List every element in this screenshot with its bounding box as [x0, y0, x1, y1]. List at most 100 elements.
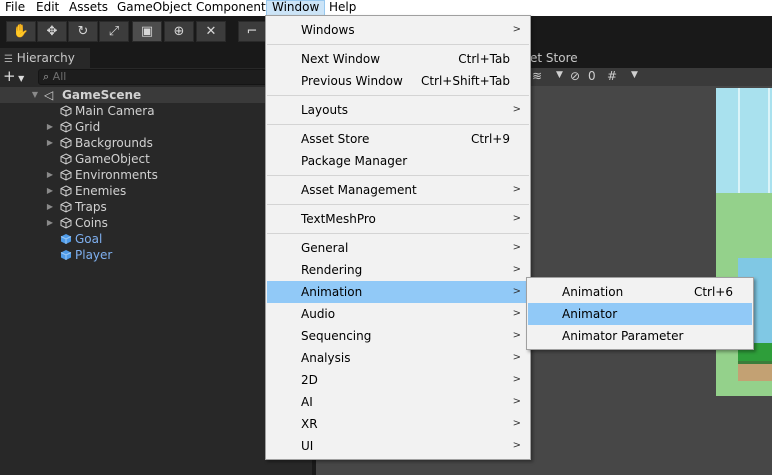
- gameobject-cube-icon: [60, 105, 72, 117]
- foldout-closed-icon[interactable]: ▶: [45, 199, 55, 215]
- menu-item-textmeshpro[interactable]: TextMeshPro >: [267, 208, 529, 230]
- gameobject-cube-icon: [60, 153, 72, 165]
- sky-stripe: [768, 88, 770, 193]
- menu-item-ai[interactable]: AI >: [267, 391, 529, 413]
- menu-item-xr[interactable]: XR >: [267, 413, 529, 435]
- grid-dropdown-arrow-icon[interactable]: ▼: [631, 70, 638, 80]
- custom-tool-button[interactable]: ✕: [196, 21, 226, 42]
- item-label: Enemies: [75, 184, 127, 198]
- menu-help[interactable]: Help: [324, 0, 361, 16]
- gameobject-cube-icon: [60, 201, 72, 213]
- submenu-arrow-icon: >: [512, 352, 521, 363]
- submenu-arrow-icon: >: [512, 184, 521, 195]
- gameobject-cube-icon: [60, 169, 72, 181]
- submenu-item-animation[interactable]: Animation Ctrl+6: [528, 281, 752, 303]
- window-menu: Windows > Next Window Ctrl+Tab Previous Wi…: [265, 15, 531, 460]
- item-label: Traps: [75, 200, 107, 214]
- menu-item-sequencing[interactable]: Sequencing >: [267, 325, 529, 347]
- submenu-arrow-icon: >: [512, 104, 521, 115]
- submenu-arrow-icon: >: [512, 440, 521, 451]
- menu-item-animation[interactable]: Animation >: [267, 281, 529, 303]
- rect-tool-button[interactable]: ▣: [132, 21, 162, 42]
- list-icon: ☰: [4, 54, 13, 65]
- visibility-icon[interactable]: ⊘: [570, 69, 580, 83]
- menu-item-layouts[interactable]: Layouts >: [267, 99, 529, 121]
- rotate-icon: ↻: [77, 24, 89, 39]
- menu-bar: File Edit Assets GameObject Component Wi…: [0, 0, 772, 16]
- menu-item-package-manager[interactable]: Package Manager: [267, 150, 529, 172]
- submenu-arrow-icon: >: [512, 264, 521, 275]
- gameobject-cube-icon: [60, 217, 72, 229]
- menu-item-2d[interactable]: 2D >: [267, 369, 529, 391]
- menu-window[interactable]: Window: [266, 0, 326, 16]
- menu-separator: [267, 44, 529, 45]
- menu-item-previous-window[interactable]: Previous Window Ctrl+Shift+Tab: [267, 70, 529, 92]
- rotate-tool-button[interactable]: ↻: [68, 21, 98, 42]
- dirt-platform: [738, 361, 772, 381]
- menu-assets[interactable]: Assets: [64, 0, 113, 16]
- grid-icon[interactable]: #: [607, 69, 617, 83]
- menu-item-asset-store[interactable]: Asset Store Ctrl+9: [267, 128, 529, 150]
- menu-item-audio[interactable]: Audio >: [267, 303, 529, 325]
- tab-hierarchy[interactable]: ☰ Hierarchy: [0, 48, 90, 68]
- submenu-arrow-icon: >: [512, 24, 521, 35]
- item-label: Goal: [75, 232, 103, 246]
- scale-tool-button[interactable]: ⤢: [99, 21, 129, 42]
- foldout-closed-icon[interactable]: ▶: [45, 135, 55, 151]
- dropdown-arrow-icon[interactable]: ▼: [556, 70, 563, 80]
- animation-submenu: Animation Ctrl+6 Animator Animator Parame…: [526, 277, 754, 350]
- foldout-closed-icon[interactable]: ▶: [45, 183, 55, 199]
- menu-edit[interactable]: Edit: [31, 0, 64, 16]
- foldout-closed-icon[interactable]: ▶: [45, 119, 55, 135]
- submenu-arrow-icon: >: [512, 308, 521, 319]
- menu-separator: [267, 233, 529, 234]
- item-label: Main Camera: [75, 104, 155, 118]
- tools-icon: ✕: [205, 24, 217, 39]
- transform-tool-button[interactable]: ⊕: [164, 21, 194, 42]
- menu-item-rendering[interactable]: Rendering >: [267, 259, 529, 281]
- menu-item-windows[interactable]: Windows >: [267, 19, 529, 41]
- search-icon: ⌕: [43, 70, 50, 83]
- foldout-open-icon[interactable]: ▼: [30, 87, 40, 103]
- layers-icon[interactable]: ≋: [532, 69, 542, 83]
- unity-scene-icon: ◁: [44, 88, 54, 102]
- menu-item-next-window[interactable]: Next Window Ctrl+Tab: [267, 48, 529, 70]
- rect-icon: ▣: [140, 24, 154, 39]
- item-label: GameObject: [75, 152, 150, 166]
- menu-separator: [267, 204, 529, 205]
- submenu-arrow-icon: >: [512, 418, 521, 429]
- submenu-arrow-icon: >: [512, 330, 521, 341]
- menu-separator: [267, 175, 529, 176]
- hand-tool-button[interactable]: ✋: [6, 21, 36, 42]
- foldout-closed-icon[interactable]: ▶: [45, 167, 55, 183]
- gameobject-cube-icon: [60, 185, 72, 197]
- move-tool-button[interactable]: ✥: [37, 21, 67, 42]
- submenu-item-animator[interactable]: Animator: [528, 303, 752, 325]
- gameobject-cube-icon: [60, 121, 72, 133]
- submenu-item-animator-parameter[interactable]: Animator Parameter: [528, 325, 752, 347]
- menu-item-general[interactable]: General >: [267, 237, 529, 259]
- menu-item-asset-management[interactable]: Asset Management >: [267, 179, 529, 201]
- foldout-closed-icon[interactable]: ▶: [45, 215, 55, 231]
- pivot-toggle-button[interactable]: ⌐: [238, 21, 266, 42]
- hidden-count: 0: [588, 69, 596, 83]
- submenu-arrow-icon: >: [512, 286, 521, 297]
- menu-item-ui[interactable]: UI >: [267, 435, 529, 457]
- item-label: Environments: [75, 168, 158, 182]
- menu-separator: [267, 95, 529, 96]
- menu-component[interactable]: Component: [191, 0, 271, 16]
- menu-gameobject[interactable]: GameObject: [112, 0, 197, 16]
- add-button[interactable]: + ▼: [3, 69, 24, 86]
- submenu-arrow-icon: >: [512, 374, 521, 385]
- scene-name: GameScene: [62, 88, 142, 102]
- move-icon: ✥: [46, 24, 58, 39]
- pivot-icon: ⌐: [246, 24, 258, 39]
- prefab-cube-icon: [60, 234, 72, 244]
- menu-item-analysis[interactable]: Analysis >: [267, 347, 529, 369]
- submenu-arrow-icon: >: [512, 396, 521, 407]
- tab-asset-store[interactable]: et Store: [530, 48, 578, 68]
- menu-file[interactable]: File: [0, 0, 30, 16]
- hand-icon: ✋: [12, 24, 30, 39]
- transform-icon: ⊕: [173, 24, 185, 39]
- search-input[interactable]: ⌕ All: [38, 69, 278, 85]
